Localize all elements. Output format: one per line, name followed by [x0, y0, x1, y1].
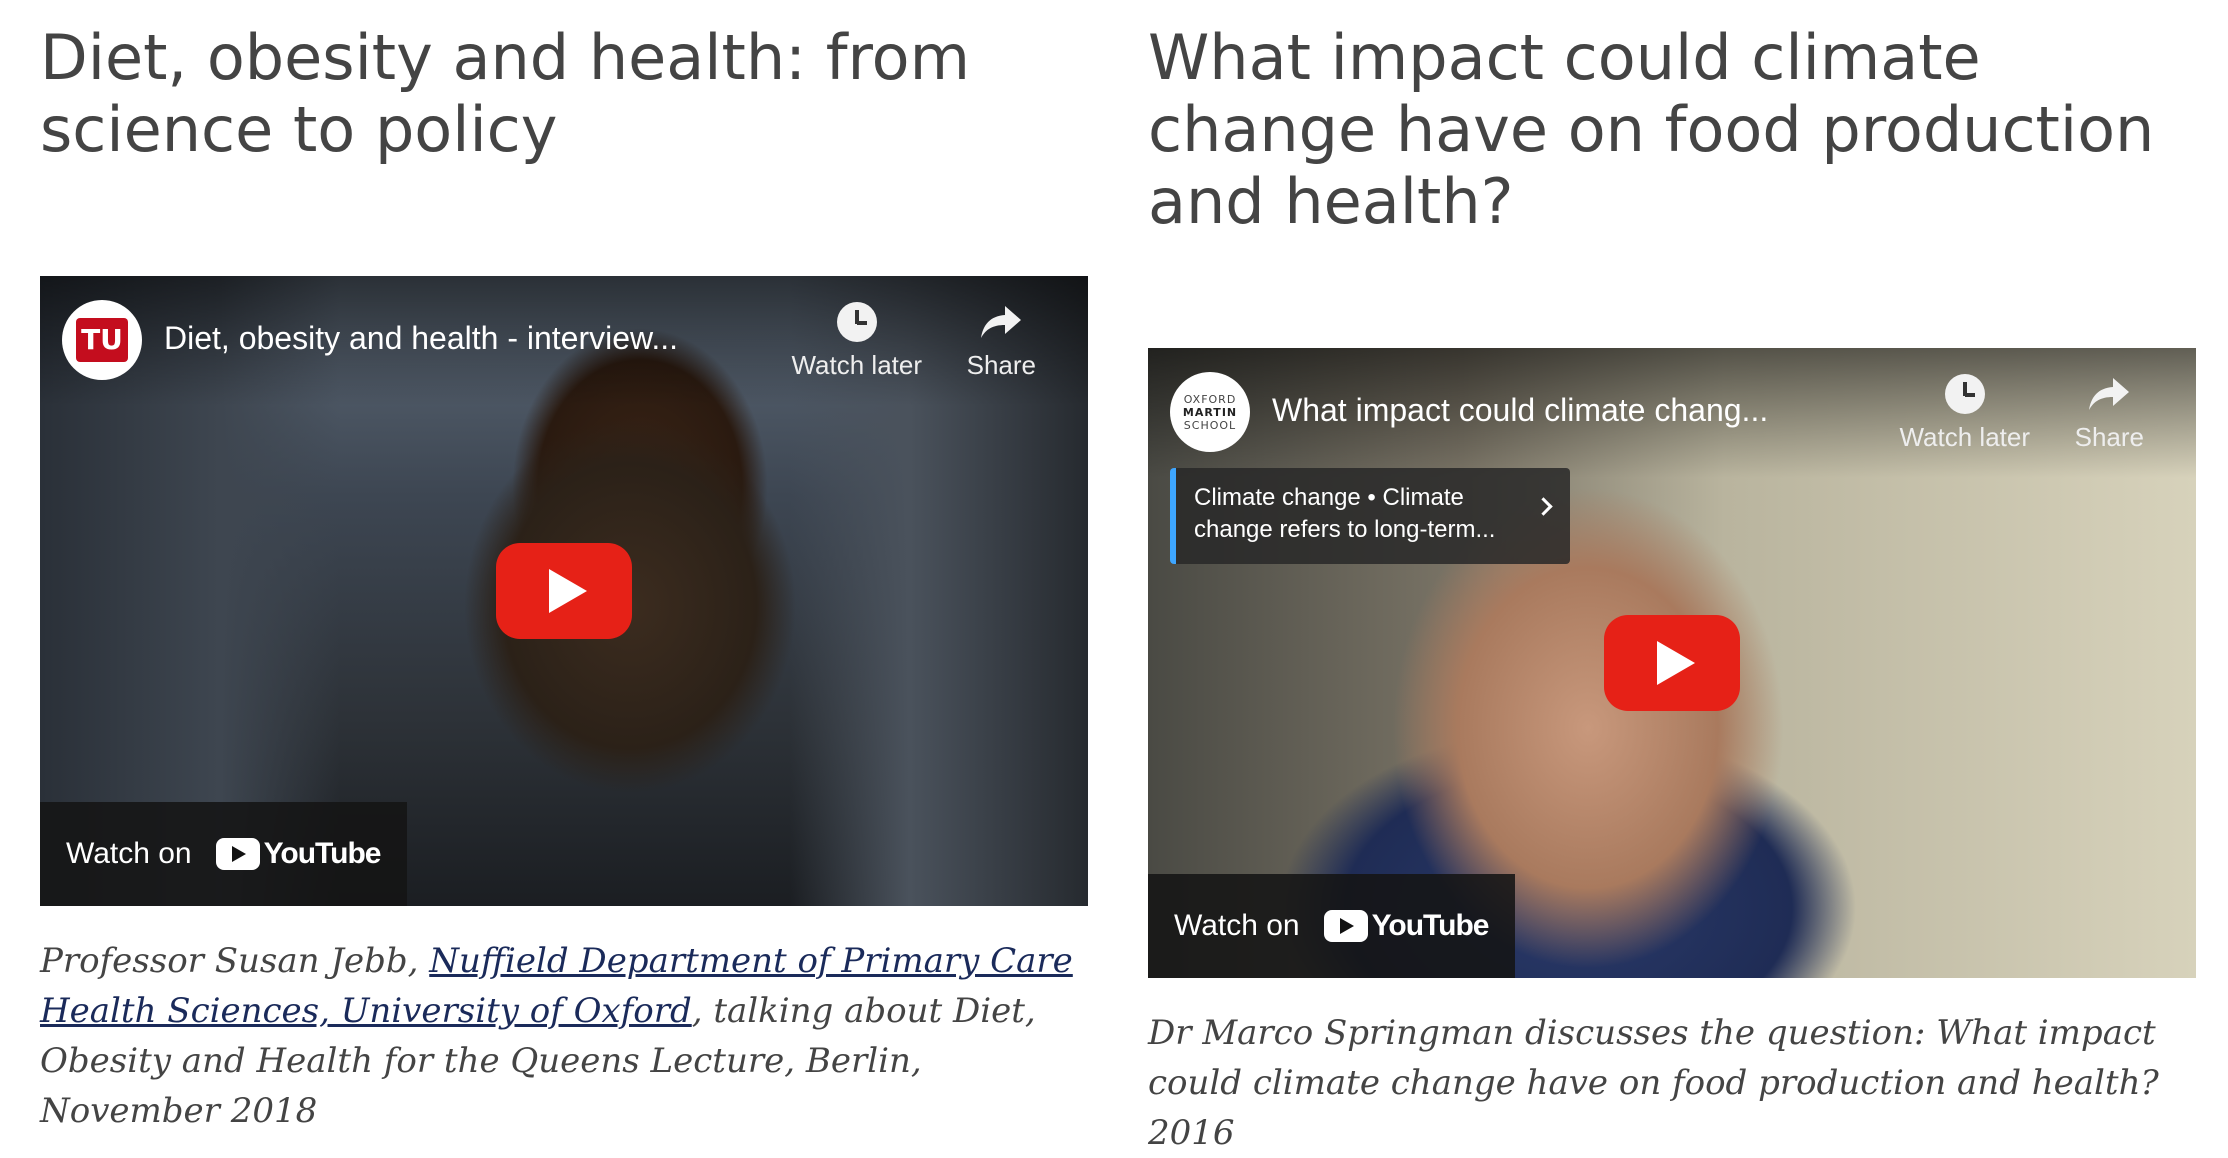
play-icon	[549, 569, 587, 613]
watch-later-label: Watch later	[791, 350, 922, 380]
channel-logo[interactable]: TU	[62, 300, 142, 380]
watch-on-label: Watch on	[66, 837, 192, 870]
video-caption: Dr Marco Springman discusses the questio…	[1148, 1013, 2159, 1153]
youtube-play-icon	[1323, 910, 1368, 942]
info-card-text: Climate change • Climate change refers t…	[1194, 484, 1496, 543]
watch-later-button[interactable]: Watch later	[791, 302, 922, 381]
logo-line-3: SCHOOL	[1183, 418, 1237, 432]
watch-on-youtube-button[interactable]: Watch on YouTube	[1148, 874, 1515, 978]
chevron-right-icon	[1534, 497, 1553, 516]
youtube-play-icon	[215, 838, 260, 870]
play-icon	[1657, 641, 1695, 685]
youtube-wordmark: YouTube	[263, 837, 382, 870]
article-heading: Diet, obesity and health: from science t…	[40, 21, 970, 166]
video-caption: Professor Susan Jebb, Nuffield Departmen…	[40, 936, 1100, 1136]
caption-prefix: Professor Susan Jebb,	[40, 941, 430, 981]
page: Diet, obesity and health: from science t…	[0, 0, 2228, 1153]
share-button[interactable]: Share	[967, 302, 1036, 381]
youtube-wordmark: YouTube	[1371, 909, 1490, 942]
play-button[interactable]	[1604, 615, 1740, 711]
youtube-logo: YouTube	[215, 837, 382, 871]
play-button[interactable]	[496, 543, 632, 639]
youtube-embed[interactable]: OXFORD MARTIN SCHOOL What impact could c…	[1148, 348, 2196, 978]
clock-icon	[836, 302, 877, 342]
clock-icon	[1944, 374, 1985, 414]
logo-line-2: MARTIN	[1182, 405, 1238, 419]
article-heading: What impact could climate change have on…	[1148, 21, 2155, 238]
watch-on-label: Watch on	[1174, 909, 1300, 942]
youtube-embed[interactable]: TU Diet, obesity and health - interview.…	[40, 276, 1088, 906]
watch-later-label: Watch later	[1899, 422, 2030, 452]
info-card[interactable]: Climate change • Climate change refers t…	[1170, 468, 1570, 564]
watch-later-button[interactable]: Watch later	[1899, 374, 2030, 453]
share-arrow-icon	[981, 306, 1022, 338]
article-climate-change: What impact could climate change have on…	[1148, 0, 2198, 1153]
share-label: Share	[966, 350, 1036, 380]
share-button[interactable]: Share	[2075, 374, 2144, 453]
youtube-logo: YouTube	[1323, 909, 1490, 943]
article-diet-obesity: Diet, obesity and health: from science t…	[40, 0, 1090, 1131]
logo-line-1: OXFORD	[1183, 392, 1237, 406]
share-label: Share	[2074, 422, 2144, 452]
video-title[interactable]: What impact could climate chang...	[1272, 388, 1768, 432]
tu-berlin-logo-icon: TU	[76, 318, 128, 362]
watch-on-youtube-button[interactable]: Watch on YouTube	[40, 802, 407, 906]
video-title[interactable]: Diet, obesity and health - interview...	[164, 316, 678, 360]
share-arrow-icon	[2089, 378, 2130, 410]
channel-logo[interactable]: OXFORD MARTIN SCHOOL	[1170, 372, 1250, 452]
